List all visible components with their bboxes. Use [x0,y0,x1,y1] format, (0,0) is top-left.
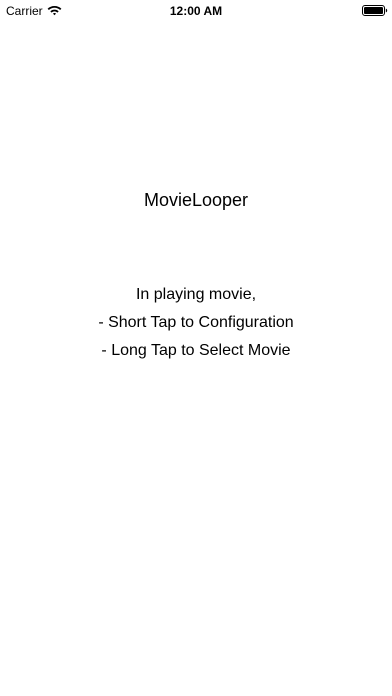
app-screen[interactable]: Carrier 12:00 AM MovieLooper In playing … [0,0,392,696]
instruction-line: - Long Tap to Select Movie [101,342,291,359]
instruction-line: - Short Tap to Configuration [98,314,294,331]
status-bar: Carrier 12:00 AM [0,0,392,22]
battery-icon [362,5,388,16]
instruction-line: In playing movie, [135,286,257,303]
app-title: MovieLooper [143,190,249,210]
status-time: 12:00 AM [169,4,223,18]
instructions: In playing movie, - Short Tap to Configu… [0,284,392,368]
